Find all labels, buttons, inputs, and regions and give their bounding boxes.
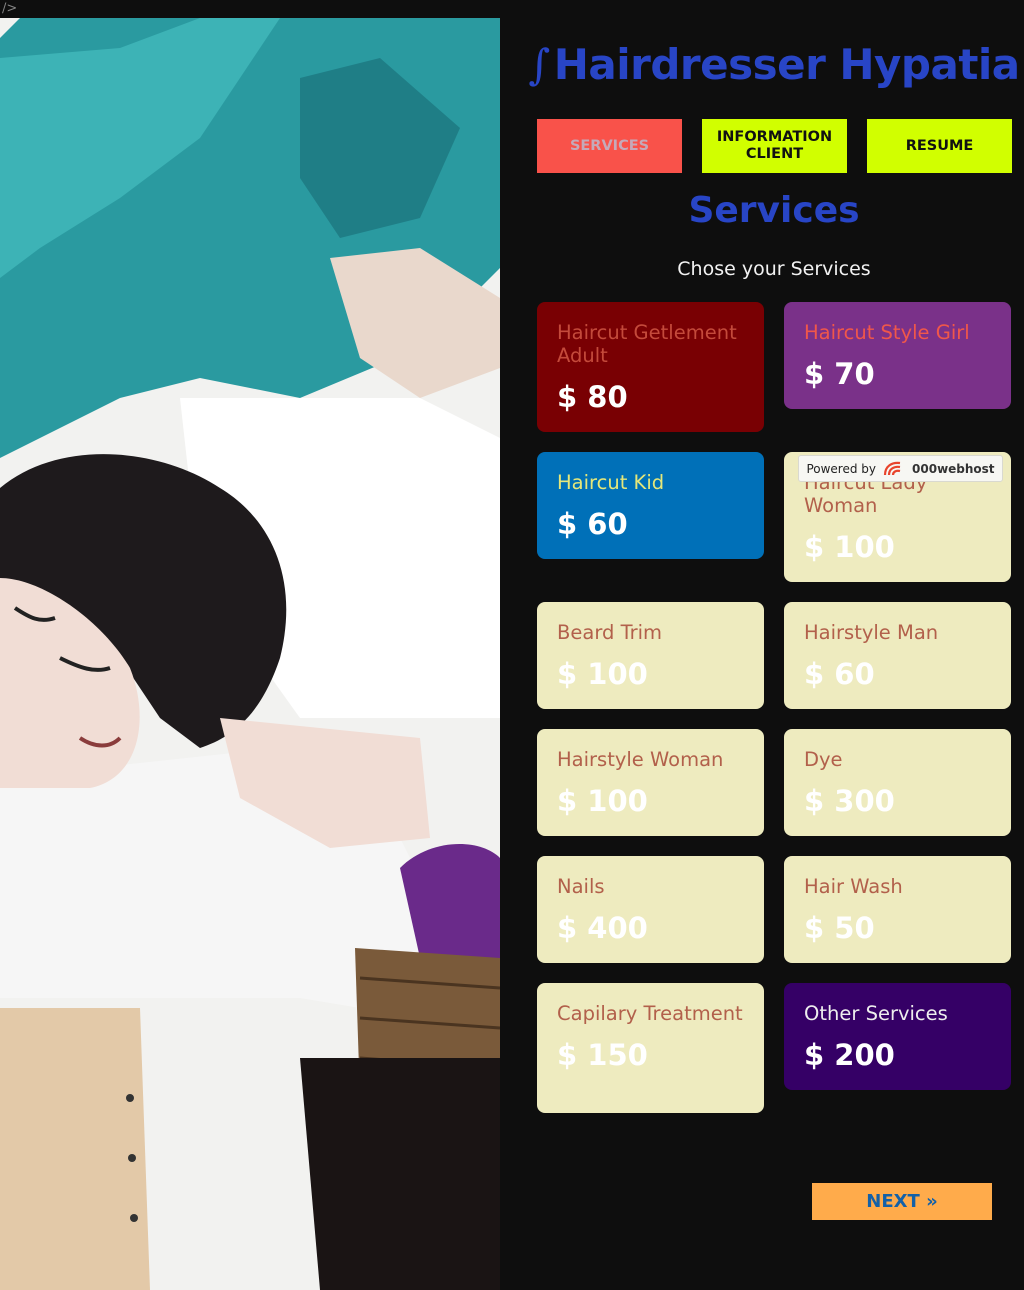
- logo-icon: ∫: [528, 40, 550, 89]
- brand-name: Hairdresser Hypatia: [553, 40, 1020, 89]
- service-name: Haircut Kid: [557, 471, 665, 494]
- powered-by-badge[interactable]: Powered by 000webhost: [798, 455, 1003, 482]
- powered-by-host: 000webhost: [912, 461, 995, 476]
- service-price: $ 100: [804, 530, 895, 564]
- tab-resume[interactable]: RESUME: [867, 119, 1012, 173]
- service-name: Haircut Style Girl: [804, 321, 970, 344]
- service-price: $ 60: [557, 507, 628, 541]
- service-price: $ 300: [804, 784, 895, 818]
- next-button[interactable]: NEXT »: [812, 1183, 992, 1220]
- service-price: $ 400: [557, 911, 648, 945]
- service-name: Other Services: [804, 1002, 948, 1025]
- service-card-haircut-kid[interactable]: Haircut Kid $ 60: [537, 452, 764, 559]
- service-name: Nails: [557, 875, 605, 898]
- brand-title[interactable]: ∫Hairdresser Hypatia: [500, 40, 1024, 89]
- service-price: $ 100: [557, 657, 648, 691]
- service-price: $ 150: [557, 1038, 648, 1072]
- service-name: Hairstyle Man: [804, 621, 939, 644]
- service-price: $ 70: [804, 357, 875, 391]
- service-price: $ 50: [804, 911, 875, 945]
- service-price: $ 200: [804, 1038, 895, 1072]
- service-card-beard-trim[interactable]: Beard Trim $ 100: [537, 602, 764, 709]
- service-card-dye[interactable]: Dye $ 300: [784, 729, 1011, 836]
- page: /> ∫Hairdresser Hypatia SERVICES INFORMA…: [0, 0, 1024, 1290]
- hero-image-massage: [0, 18, 500, 1290]
- service-name: Capilary Treatment: [557, 1002, 743, 1025]
- service-price: $ 100: [557, 784, 648, 818]
- service-card-capilary-treatment[interactable]: Capilary Treatment $ 150: [537, 983, 764, 1113]
- stray-markup-text: />: [2, 1, 18, 16]
- services-panel: ∫Hairdresser Hypatia SERVICES INFORMATIO…: [500, 0, 1024, 1290]
- service-name: Hair Wash: [804, 875, 903, 898]
- service-card-other-services[interactable]: Other Services $ 200: [784, 983, 1011, 1090]
- tab-information-client[interactable]: INFORMATION CLIENT: [702, 119, 847, 173]
- service-name: Beard Trim: [557, 621, 663, 644]
- service-price: $ 60: [804, 657, 875, 691]
- service-card-nails[interactable]: Nails $ 400: [537, 856, 764, 963]
- service-price: $ 80: [557, 380, 628, 414]
- service-card-hairstyle-woman[interactable]: Hairstyle Woman $ 100: [537, 729, 764, 836]
- service-card-hair-wash[interactable]: Hair Wash $ 50: [784, 856, 1011, 963]
- powered-by-label: Powered by: [806, 461, 877, 476]
- service-card-hairstyle-man[interactable]: Hairstyle Man $ 60: [784, 602, 1011, 709]
- service-card-haircut-style-girl[interactable]: Haircut Style Girl $ 70: [784, 302, 1011, 409]
- service-card-haircut-gentlement-adult[interactable]: Haircut Getlement Adult $ 80: [537, 302, 764, 432]
- service-name: Dye: [804, 748, 843, 771]
- service-name: Hairstyle Woman: [557, 748, 724, 771]
- hero-illustration: [0, 18, 500, 1290]
- service-name: Haircut Getlement Adult: [557, 321, 737, 367]
- tab-services[interactable]: SERVICES: [537, 119, 682, 173]
- page-title: Services: [688, 190, 860, 231]
- webhost-logo-icon: [883, 461, 901, 475]
- page-subtitle: Chose your Services: [677, 258, 871, 280]
